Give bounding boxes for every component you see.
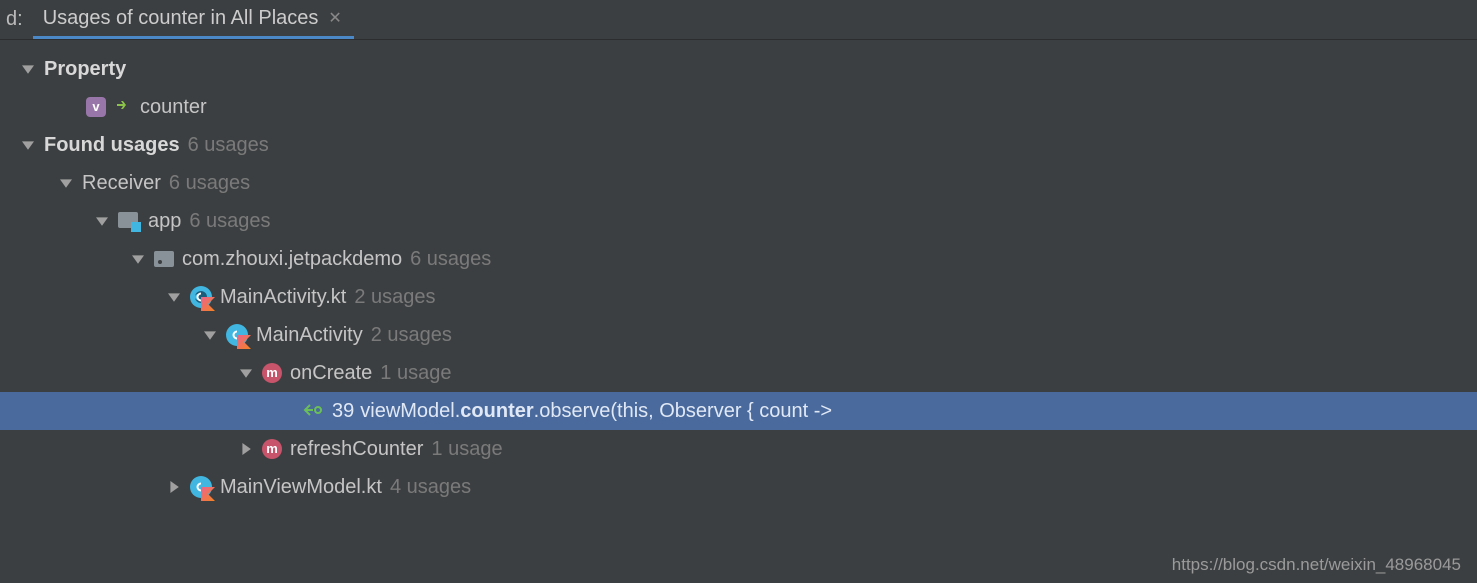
tab-usages[interactable]: Usages of counter in All Places ✕ — [33, 1, 354, 39]
method-icon: m — [262, 363, 282, 383]
file-label: MainActivity.kt — [220, 278, 346, 316]
read-write-icon — [114, 96, 132, 118]
tab-bar: d: Usages of counter in All Places ✕ — [0, 0, 1477, 40]
tab-title: Usages of counter in All Places — [43, 7, 319, 30]
property-heading: Property — [44, 50, 126, 88]
node-method-refreshcounter[interactable]: m refreshCounter 1 usage — [0, 430, 1477, 468]
node-found-usages[interactable]: Found usages 6 usages — [0, 126, 1477, 164]
node-property[interactable]: Property — [0, 50, 1477, 88]
usage-count: 2 usages — [371, 316, 452, 354]
kotlin-class-icon — [190, 286, 212, 308]
node-app[interactable]: app 6 usages — [0, 202, 1477, 240]
node-class-mainactivity[interactable]: MainActivity 2 usages — [0, 316, 1477, 354]
chevron-right-icon[interactable] — [164, 477, 184, 497]
chevron-down-icon[interactable] — [18, 59, 38, 79]
node-property-item[interactable]: v counter — [0, 88, 1477, 126]
node-receiver[interactable]: Receiver 6 usages — [0, 164, 1477, 202]
usage-count: 6 usages — [189, 202, 270, 240]
usage-count: 6 usages — [169, 164, 250, 202]
app-label: app — [148, 202, 181, 240]
node-usage-line[interactable]: 39 viewModel.counter.observe(this, Obser… — [0, 392, 1477, 430]
package-label: com.zhouxi.jetpackdemo — [182, 240, 402, 278]
watermark: https://blog.csdn.net/weixin_48968045 — [1172, 555, 1461, 575]
method-label: onCreate — [290, 354, 372, 392]
chevron-down-icon[interactable] — [92, 211, 112, 231]
panel-prefix: d: — [6, 8, 23, 31]
kotlin-class-icon — [226, 324, 248, 346]
usage-count: 6 usages — [410, 240, 491, 278]
node-method-oncreate[interactable]: m onCreate 1 usage — [0, 354, 1477, 392]
file-label: MainViewModel.kt — [220, 468, 382, 506]
chevron-down-icon[interactable] — [18, 135, 38, 155]
usage-count: 2 usages — [354, 278, 435, 316]
node-file-mainactivity[interactable]: MainActivity.kt 2 usages — [0, 278, 1477, 316]
chevron-down-icon[interactable] — [236, 363, 256, 383]
class-label: MainActivity — [256, 316, 363, 354]
variable-icon: v — [86, 97, 106, 117]
close-icon[interactable]: ✕ — [328, 8, 341, 28]
usage-count: 6 usages — [188, 126, 269, 164]
usage-count: 4 usages — [390, 468, 471, 506]
module-icon — [118, 212, 140, 230]
node-file-mainviewmodel[interactable]: MainViewModel.kt 4 usages — [0, 468, 1477, 506]
chevron-down-icon[interactable] — [128, 249, 148, 269]
method-icon: m — [262, 439, 282, 459]
line-number: 39 — [332, 392, 354, 430]
kotlin-class-icon — [190, 476, 212, 498]
chevron-down-icon[interactable] — [164, 287, 184, 307]
usage-count: 1 usage — [380, 354, 451, 392]
chevron-right-icon[interactable] — [236, 439, 256, 459]
code-snippet: viewModel.counter.observe(this, Observer… — [360, 392, 832, 430]
usage-count: 1 usage — [431, 430, 502, 468]
found-usages-heading: Found usages — [44, 126, 180, 164]
node-package[interactable]: com.zhouxi.jetpackdemo 6 usages — [0, 240, 1477, 278]
chevron-down-icon[interactable] — [200, 325, 220, 345]
receiver-label: Receiver — [82, 164, 161, 202]
chevron-down-icon[interactable] — [56, 173, 76, 193]
property-name: counter — [140, 88, 207, 126]
package-icon — [154, 251, 174, 267]
method-label: refreshCounter — [290, 430, 423, 468]
usages-tree: Property v counter Found usages 6 usages… — [0, 40, 1477, 506]
read-access-icon — [302, 394, 322, 428]
